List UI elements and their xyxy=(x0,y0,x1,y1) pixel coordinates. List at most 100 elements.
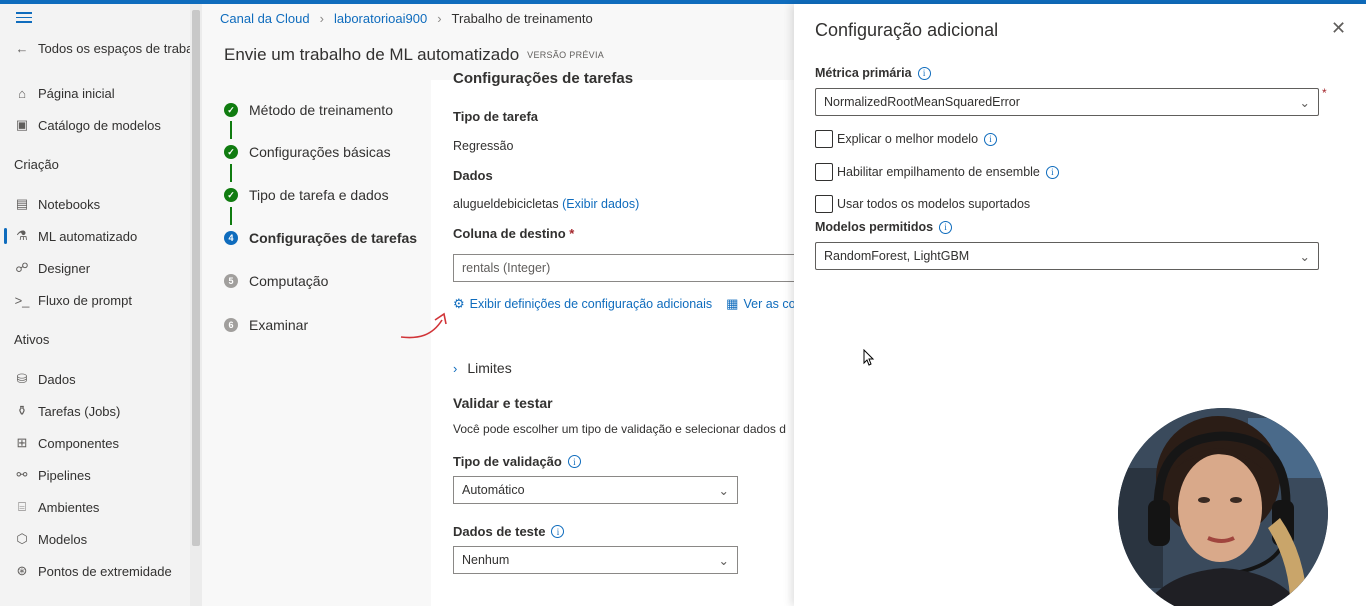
mouse-cursor-icon xyxy=(863,349,875,366)
sidebar-item-jobs[interactable]: ⚱ Tarefas (Jobs) xyxy=(14,400,121,422)
primary-metric-dropdown[interactable]: NormalizedRootMeanSquaredError ⌄ xyxy=(815,88,1319,116)
wizard-step-task-settings[interactable]: 4 Configurações de tarefas xyxy=(224,230,417,246)
wizard-step-task-type-data[interactable]: ✓ Tipo de tarefa e dados xyxy=(224,187,389,203)
check-icon: ✓ xyxy=(224,145,238,159)
designer-icon: ☍ xyxy=(15,260,29,275)
sidebar-item-label: Tarefas (Jobs) xyxy=(38,403,121,419)
models-icon: ⬡ xyxy=(16,531,28,546)
sidebar-item-models[interactable]: ⬡ Modelos xyxy=(14,528,87,550)
target-column-label: Coluna de destino * xyxy=(453,226,574,241)
automl-icon: ⚗ xyxy=(16,228,28,243)
step-number-badge: 6 xyxy=(224,318,238,332)
limits-label: Limites xyxy=(467,360,512,376)
info-icon[interactable]: i xyxy=(984,132,998,146)
task-type-label: Tipo de tarefa xyxy=(453,109,539,124)
primary-metric-label: Métrica primária i xyxy=(815,66,931,80)
actions-row: ⚙ Exibir definições de configuração adic… xyxy=(453,296,800,312)
view-featurization-link[interactable]: Ver as cor xyxy=(743,297,799,311)
data-value-row: alugueldebicicletas (Exibir dados) xyxy=(453,197,639,211)
info-icon[interactable]: i xyxy=(1045,165,1059,179)
sidebar-item-components[interactable]: ⊞ Componentes xyxy=(14,432,119,454)
data-icon: ⛁ xyxy=(16,371,28,386)
chevron-down-icon: ⌄ xyxy=(1299,95,1310,110)
sidebar-item-home[interactable]: ⌂ Página inicial xyxy=(14,82,115,104)
additional-settings-link[interactable]: Exibir definições de configuração adicio… xyxy=(470,297,713,311)
all-supported-models-label[interactable]: Usar todos os modelos suportados xyxy=(837,197,1030,211)
breadcrumb-link-channel[interactable]: Canal da Cloud xyxy=(220,11,310,26)
sidebar-item-label: Designer xyxy=(38,260,91,276)
wizard-step-compute[interactable]: 5 Computação xyxy=(224,273,328,289)
ensemble-stacking-label[interactable]: Habilitar empilhamento de ensemble xyxy=(837,165,1040,179)
all-models-checkbox-row: Usar todos os modelos suportados xyxy=(815,195,1030,213)
step-label: Examinar xyxy=(249,317,309,333)
annotation-arrow-icon xyxy=(400,312,447,339)
validation-type-label: Tipo de validação i xyxy=(453,454,581,469)
check-icon: ✓ xyxy=(224,188,238,202)
presenter-webcam-overlay xyxy=(1118,408,1328,606)
primary-metric-label-text: Métrica primária xyxy=(815,66,912,80)
test-data-dropdown[interactable]: Nenhum ⌄ xyxy=(453,546,738,574)
allowed-models-dropdown[interactable]: RandomForest, LightGBM ⌄ xyxy=(815,242,1319,270)
sidebar-item-label: Componentes xyxy=(38,435,119,451)
wizard-step-training-method[interactable]: ✓ Método de treinamento xyxy=(224,102,393,118)
breadcrumb-link-workspace[interactable]: laboratorioai900 xyxy=(334,11,427,26)
hamburger-menu-icon[interactable] xyxy=(16,12,32,24)
sidebar-item-pipelines[interactable]: ⚯ Pipelines xyxy=(14,464,91,486)
jobs-icon: ⚱ xyxy=(16,403,28,418)
wizard-step-review[interactable]: 6 Examinar xyxy=(224,317,308,333)
allowed-models-label: Modelos permitidos i xyxy=(815,220,953,234)
test-data-label-text: Dados de teste xyxy=(453,524,546,539)
sidebar-item-label: Pipelines xyxy=(38,467,91,483)
chevron-down-icon: ⌄ xyxy=(718,483,729,498)
panel-title: Configuração adicional xyxy=(815,20,999,40)
sidebar-section-assets: Ativos xyxy=(14,332,50,347)
endpoints-icon: ⊛ xyxy=(16,563,28,578)
validate-test-title: Validar e testar xyxy=(453,395,553,411)
step-number-badge: 4 xyxy=(224,231,238,245)
step-number-badge: 5 xyxy=(224,274,238,288)
all-supported-models-checkbox[interactable] xyxy=(815,195,833,213)
sidebar-item-designer[interactable]: ☍ Designer xyxy=(14,257,90,279)
sidebar-item-data[interactable]: ⛁ Dados xyxy=(14,368,76,390)
notebook-icon: ▤ xyxy=(15,196,29,211)
components-icon: ⊞ xyxy=(16,435,28,450)
sidebar-item-automated-ml[interactable]: ⚗ ML automatizado xyxy=(14,225,137,247)
info-icon[interactable]: i xyxy=(567,455,581,468)
sidebar-item-label: Modelos xyxy=(38,531,88,547)
close-icon[interactable]: ✕ xyxy=(1331,18,1346,39)
sidebar-item-prompt-flow[interactable]: >_ Fluxo de prompt xyxy=(14,289,132,311)
sidebar-item-notebooks[interactable]: ▤ Notebooks xyxy=(14,193,100,215)
explain-best-model-checkbox[interactable] xyxy=(815,130,833,148)
sidebar-scrollbar-thumb[interactable] xyxy=(192,10,200,546)
sidebar-item-endpoints[interactable]: ⊛ Pontos de extremidade xyxy=(14,560,172,582)
info-icon[interactable]: i xyxy=(917,66,931,80)
explain-best-model-label[interactable]: Explicar o melhor modelo xyxy=(837,132,978,146)
validation-type-dropdown[interactable]: Automático ⌄ xyxy=(453,476,738,504)
chevron-right-icon: › xyxy=(319,11,324,26)
sidebar-item-label: Notebooks xyxy=(38,196,101,212)
info-icon[interactable]: i xyxy=(551,525,565,538)
active-item-indicator xyxy=(4,228,7,244)
step-connector xyxy=(230,164,232,182)
sidebar-item-environments[interactable]: ⌸ Ambientes xyxy=(14,496,99,518)
wizard-step-basic-settings[interactable]: ✓ Configurações básicas xyxy=(224,144,391,160)
validate-test-description: Você pode escolher um tipo de validação … xyxy=(453,422,786,436)
required-asterisk: * xyxy=(569,226,575,241)
sidebar-item-label: ML automatizado xyxy=(38,228,138,244)
ensemble-stacking-checkbox[interactable] xyxy=(815,163,833,181)
breadcrumb-current: Trabalho de treinamento xyxy=(451,11,593,26)
sidebar-section-creation: Criação xyxy=(14,157,59,172)
chevron-down-icon: ⌄ xyxy=(1299,249,1310,264)
info-icon[interactable]: i xyxy=(939,220,953,234)
data-value: alugueldebicicletas xyxy=(453,197,559,211)
target-column-value: rentals (Integer) xyxy=(462,261,551,275)
target-column-field[interactable]: rentals (Integer) xyxy=(453,254,794,282)
sidebar-item-model-catalog[interactable]: ▣ Catálogo de modelos xyxy=(14,114,161,136)
back-to-workspaces-link[interactable]: ← Todos os espaços de trabal xyxy=(14,37,197,59)
sidebar-item-label: Ambientes xyxy=(38,499,100,515)
featurization-icon: ▦ xyxy=(726,296,739,311)
view-data-link[interactable]: (Exibir dados) xyxy=(562,197,639,211)
test-data-value: Nenhum xyxy=(462,553,510,567)
preview-tag: VERSÃO PRÉVIA xyxy=(527,50,605,60)
limits-expander[interactable]: › Limites xyxy=(453,360,512,376)
